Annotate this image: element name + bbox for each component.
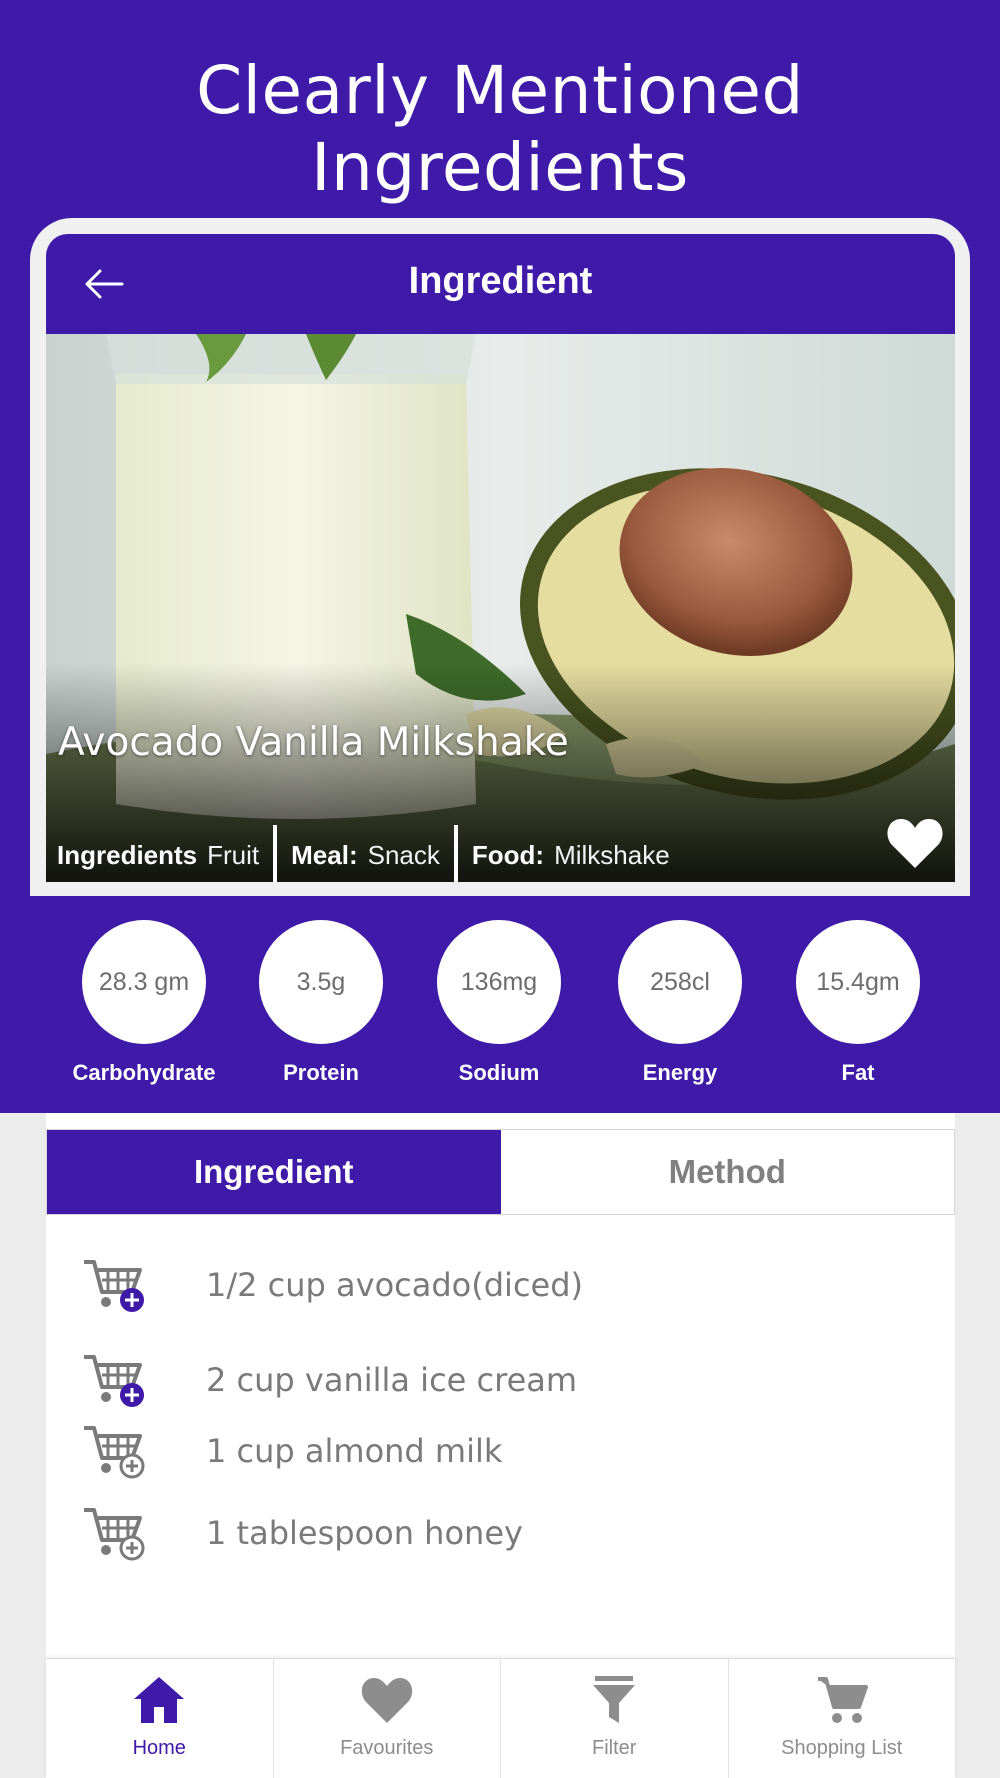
tab-bar: Ingredient Method <box>46 1129 955 1215</box>
cart-add-icon[interactable] <box>82 1256 146 1314</box>
nutrition-label: Carbohydrate <box>72 1060 216 1085</box>
meta-divider <box>273 825 278 882</box>
nav-shopping-list[interactable]: Shopping List <box>729 1659 956 1778</box>
nutrition-item-carbohydrate: 28.3 gm Carbohydrate <box>69 920 219 1086</box>
ingredient-item: 1 tablespoon honey <box>82 1503 523 1563</box>
cart-add-icon[interactable] <box>82 1351 146 1409</box>
nutrition-item-energy: 258cl Energy <box>605 920 755 1086</box>
heart-icon[interactable] <box>885 815 945 871</box>
nutrition-item-sodium: 136mg Sodium <box>424 920 574 1086</box>
nav-home[interactable]: Home <box>46 1659 274 1778</box>
ingredient-item: 1/2 cup avocado(diced) <box>82 1255 583 1315</box>
cart-add-icon[interactable] <box>82 1504 146 1562</box>
app-title: Ingredient <box>408 260 593 302</box>
ingredient-text: 1 tablespoon honey <box>206 1514 523 1552</box>
tab-method[interactable]: Method <box>500 1130 954 1214</box>
tab-ingredient[interactable]: Ingredient <box>47 1130 501 1214</box>
nutrition-label: Sodium <box>458 1060 540 1085</box>
meal-label: Meal: <box>291 839 358 870</box>
nutrition-label: Fat <box>841 1060 875 1085</box>
ingredients-label: Ingredients <box>57 839 198 870</box>
filter-icon <box>593 1676 636 1723</box>
nav-filter[interactable]: Filter <box>501 1659 729 1778</box>
recipe-hero: Avocado Vanilla Milkshake Ingredients Fr… <box>46 334 955 882</box>
ingredient-text: 1/2 cup avocado(diced) <box>206 1266 584 1304</box>
promo-headline: Clearly Mentioned Ingredients <box>196 52 804 206</box>
app-header: Ingredient <box>46 234 955 334</box>
nutrition-value: 28.3 gm <box>82 920 206 1044</box>
nutrition-value: 136mg <box>437 920 561 1044</box>
ingredient-text: 2 cup vanilla ice cream <box>206 1361 578 1399</box>
recipe-meta: Ingredients Fruit Meal: Snack Food: Milk… <box>57 825 670 882</box>
nutrition-panel: 28.3 gm Carbohydrate 3.5g Protein 136mg … <box>0 920 1000 1100</box>
food-label: Food: <box>471 839 545 870</box>
ingredients-value: Fruit <box>207 839 260 870</box>
bottom-nav: Home Favourites Filter Shopping List <box>46 1658 955 1778</box>
meta-divider <box>453 825 458 882</box>
ingredient-item: 1 cup almond milk <box>82 1421 502 1481</box>
nutrition-value: 258cl <box>618 920 742 1044</box>
nav-label: Favourites <box>340 1737 434 1759</box>
recipe-photo <box>46 334 955 882</box>
heart-icon <box>361 1678 412 1723</box>
cart-add-icon[interactable] <box>82 1422 146 1480</box>
nutrition-value: 3.5g <box>259 920 383 1044</box>
nav-favourites[interactable]: Favourites <box>274 1659 501 1778</box>
home-icon <box>134 1677 185 1723</box>
nav-label: Shopping List <box>781 1737 903 1759</box>
nutrition-item-fat: 15.4gm Fat <box>783 920 933 1086</box>
ingredient-item: 2 cup vanilla ice cream <box>82 1350 577 1410</box>
nav-label: Filter <box>592 1737 637 1759</box>
meal-value: Snack <box>367 839 440 870</box>
nutrition-item-protein: 3.5g Protein <box>246 920 396 1086</box>
ingredient-text: 1 cup almond milk <box>206 1432 503 1470</box>
nutrition-label: Protein <box>283 1060 359 1085</box>
food-value: Milkshake <box>554 839 670 870</box>
nutrition-value: 15.4gm <box>796 920 920 1044</box>
cart-icon <box>817 1677 868 1723</box>
recipe-name: Avocado Vanilla Milkshake <box>58 720 569 765</box>
nav-label: Home <box>132 1737 186 1759</box>
nutrition-label: Energy <box>642 1060 718 1085</box>
